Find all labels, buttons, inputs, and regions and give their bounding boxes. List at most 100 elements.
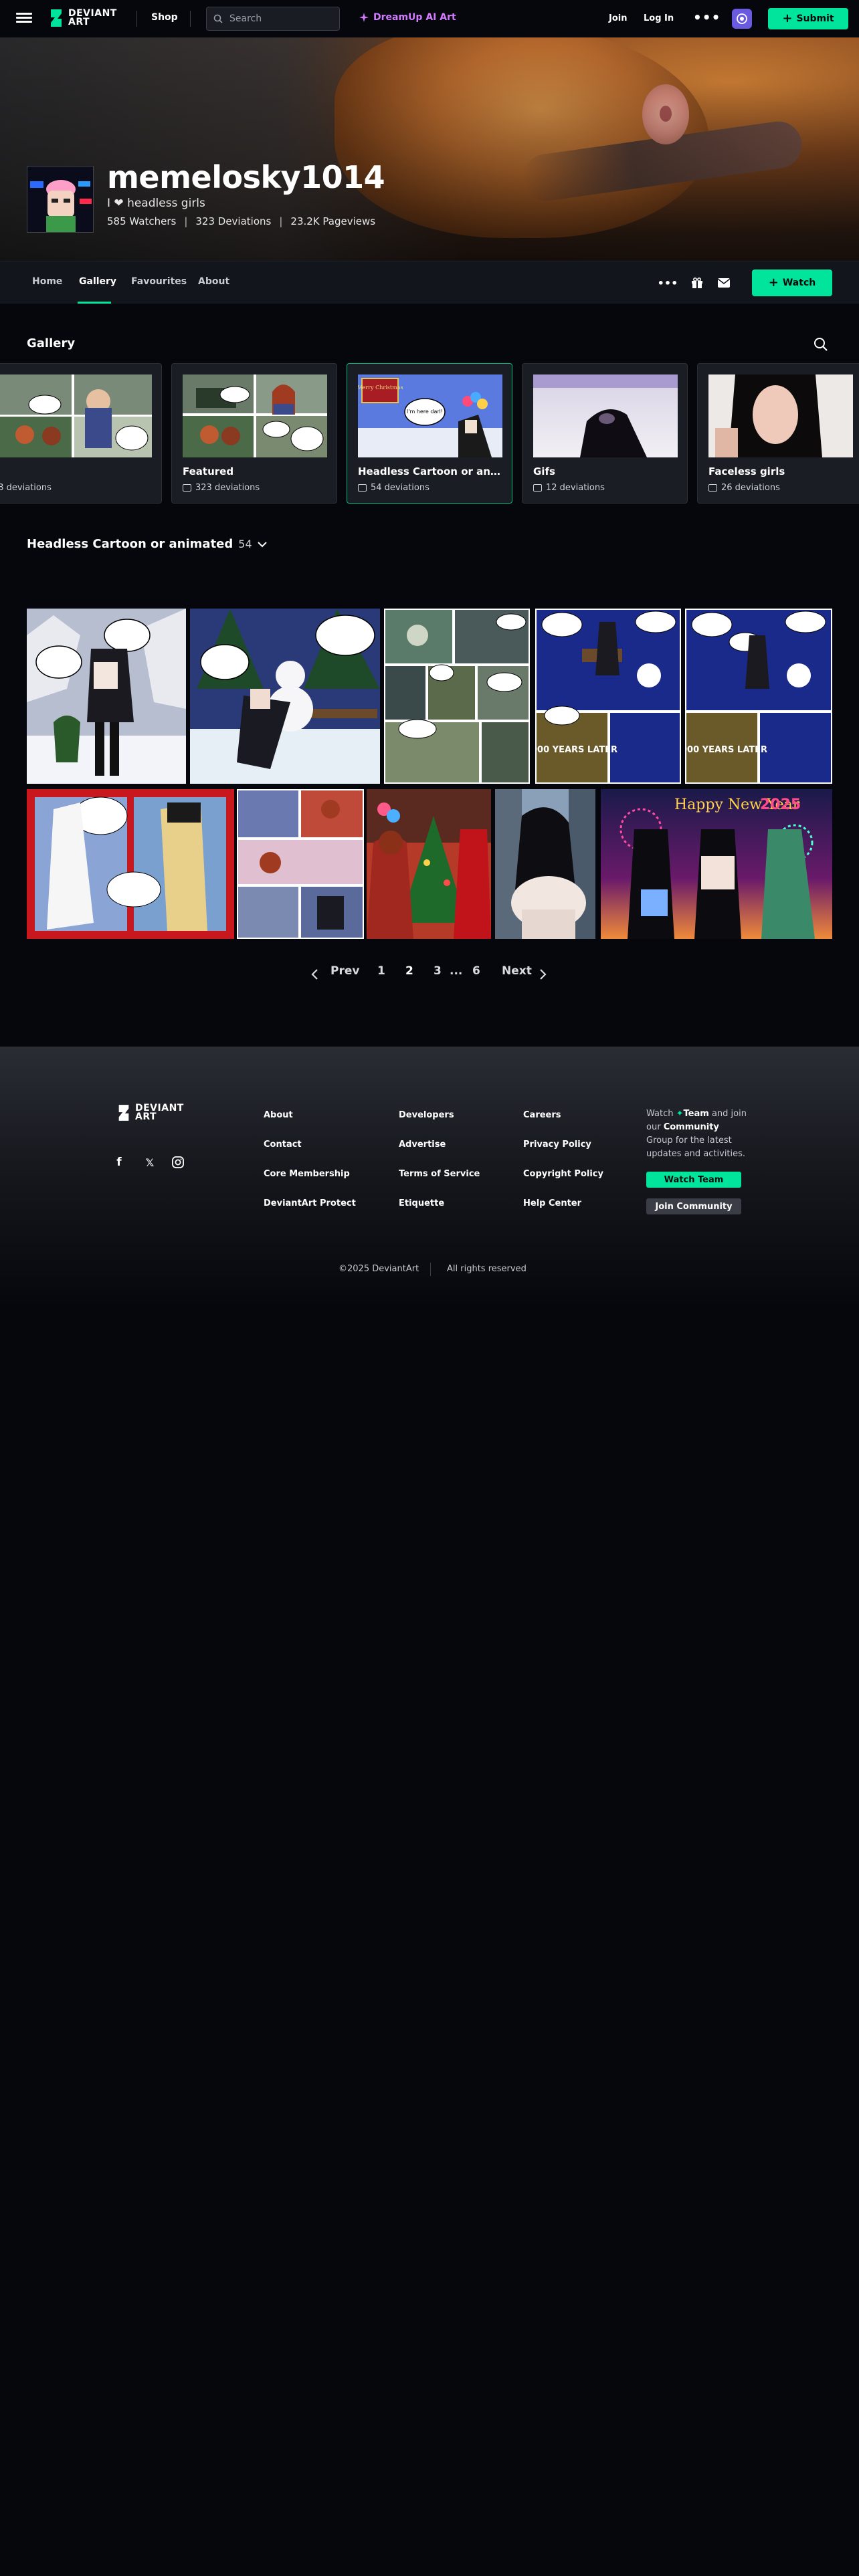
gallery-folder-gifs[interactable]: Gifs 12 deviations [522, 363, 688, 504]
footer-link-advertise[interactable]: Advertise [399, 1140, 446, 1150]
team-label: Team [683, 1109, 709, 1119]
search-box[interactable] [206, 7, 340, 31]
folder-count: 323 deviations [183, 483, 260, 493]
image-icon [708, 484, 717, 492]
menu-icon[interactable] [16, 11, 32, 27]
tab-home[interactable]: Home [32, 276, 62, 287]
avatar-image [27, 167, 93, 232]
gallery-folder-faceless-girls[interactable]: Faceless girls 26 deviations [697, 363, 859, 504]
current-folder-heading[interactable]: Headless Cartoon or animated 54 [27, 537, 267, 551]
merry-christmas-text: Merry Christmas [358, 385, 403, 391]
folder-count-text: 54 deviations [371, 483, 430, 493]
image-icon [183, 484, 191, 492]
chevron-left-icon[interactable] [310, 968, 318, 980]
footer-link-about[interactable]: About [264, 1110, 293, 1120]
watch-label: Watch [782, 278, 816, 288]
folder-thumbnail [183, 374, 327, 457]
x-twitter-icon[interactable]: 𝕏 [143, 1156, 157, 1169]
footer-watch-team-text: Watch ✦Team and join our Community Group… [646, 1109, 747, 1159]
pageviews-count: 23.2K Pageviews [290, 215, 376, 227]
dreamup-link[interactable]: DreamUp AI Art [359, 12, 456, 23]
chevron-right-icon[interactable] [539, 968, 547, 980]
logo-text-line2: ART [135, 1111, 157, 1122]
watchers-count[interactable]: 585 Watchers [107, 215, 176, 227]
logo-text-line2: ART [68, 17, 90, 27]
deviation-thumbnail[interactable] [27, 609, 186, 784]
deviation-thumbnail[interactable] [237, 789, 364, 939]
folder-count: 23 deviations [0, 483, 52, 493]
top-navigation: DEVIANT ART Shop DreamUp AI Art Join Log… [0, 0, 859, 37]
submit-button[interactable]: + Submit [768, 8, 848, 29]
folder-thumbnail: Merry Christmas I'm here darl! [358, 374, 502, 457]
join-link[interactable]: Join [609, 13, 627, 23]
deviantart-logo-icon [51, 9, 62, 27]
deviation-thumbnail[interactable] [27, 789, 234, 939]
folder-name: Headless Cartoon or animated [358, 465, 502, 477]
folder-thumbnail [533, 374, 678, 457]
tab-about[interactable]: About [198, 276, 229, 287]
deviantart-logo-icon [118, 1105, 129, 1121]
folder-count-text: 23 deviations [0, 483, 52, 493]
pager-page-2-current[interactable]: 2 [405, 964, 413, 984]
gift-icon[interactable] [689, 275, 705, 291]
footer-link-copyright-policy[interactable]: Copyright Policy [523, 1169, 603, 1179]
deviation-thumbnail[interactable] [190, 609, 380, 784]
more-menu-icon[interactable]: ••• [693, 9, 721, 25]
footer-divider [430, 1263, 431, 1276]
deviation-thumbnail[interactable] [384, 609, 530, 784]
footer-link-contact[interactable]: Contact [264, 1140, 302, 1150]
folder-thumbnail [0, 374, 152, 457]
folder-name: Gifs [533, 465, 555, 477]
chevron-down-icon[interactable] [257, 541, 267, 548]
footer-link-developers[interactable]: Developers [399, 1110, 454, 1120]
deviation-thumbnail[interactable] [495, 789, 595, 939]
pager-page-3[interactable]: 3 [434, 964, 442, 984]
pager-page-1[interactable]: 1 [377, 964, 385, 984]
gallery-folder-featured[interactable]: Featured 323 deviations [171, 363, 337, 504]
join-community-button[interactable]: Join Community [646, 1198, 741, 1214]
footer-rights: All rights reserved [447, 1264, 527, 1274]
footer-link-privacy[interactable]: Privacy Policy [523, 1140, 591, 1150]
folder-count: 26 deviations [708, 483, 780, 493]
more-options-icon[interactable]: ••• [658, 275, 678, 291]
login-link[interactable]: Log In [644, 13, 674, 23]
instagram-icon[interactable] [171, 1156, 185, 1169]
footer-link-help-center[interactable]: Help Center [523, 1198, 581, 1208]
gallery-folder-card[interactable]: 23 deviations [0, 363, 162, 504]
facebook-icon[interactable]: f [112, 1156, 126, 1169]
gallery-folder-headless-cartoon[interactable]: Merry Christmas I'm here darl! Headless … [347, 363, 512, 504]
profile-tab-bar: Home Gallery Favourites About ••• + Watc… [0, 261, 859, 304]
profile-stats: 585 Watchers | 323 Deviations | 23.2K Pa… [107, 215, 376, 227]
watch-button[interactable]: + Watch [752, 270, 832, 296]
footer-link-etiquette[interactable]: Etiquette [399, 1198, 444, 1208]
message-envelope-icon[interactable] [716, 275, 732, 291]
deviations-count[interactable]: 323 Deviations [195, 215, 271, 227]
footer-link-core-membership[interactable]: Core Membership [264, 1169, 350, 1179]
shop-link[interactable]: Shop [151, 12, 178, 23]
deviation-thumbnail[interactable]: Happy New Year 2025 [601, 789, 832, 939]
deviantart-logo[interactable]: DEVIANT ART [48, 8, 117, 28]
folder-count: 54 deviations [358, 483, 430, 493]
submit-label: Submit [796, 13, 834, 24]
tab-gallery[interactable]: Gallery [79, 276, 116, 287]
watch-team-button[interactable]: Watch Team [646, 1172, 741, 1188]
deviation-thumbnail[interactable]: 2000 YEARS LATER [535, 609, 681, 784]
deviation-thumbnail[interactable]: 2000 YEARS LATER [685, 609, 832, 784]
nav-divider [136, 11, 137, 27]
pager-next[interactable]: Next [502, 964, 532, 984]
year-text: 2025 [760, 796, 801, 813]
core-shield-icon[interactable] [732, 9, 752, 29]
folder-thumbnail [708, 374, 853, 457]
footer-link-terms[interactable]: Terms of Service [399, 1169, 480, 1179]
tab-favourites[interactable]: Favourites [131, 276, 187, 287]
deviation-thumbnail[interactable] [367, 789, 491, 939]
sparkle-icon [359, 13, 369, 22]
footer-link-careers[interactable]: Careers [523, 1110, 561, 1120]
search-input[interactable] [228, 13, 328, 25]
pager-page-6[interactable]: 6 [472, 964, 480, 984]
pager-prev[interactable]: Prev [330, 964, 359, 984]
gallery-search-icon[interactable] [814, 337, 828, 352]
avatar[interactable] [27, 166, 94, 233]
footer-link-deviantart-protect[interactable]: DeviantArt Protect [264, 1198, 356, 1208]
footer-logo[interactable]: DEVIANT ART [116, 1103, 184, 1122]
